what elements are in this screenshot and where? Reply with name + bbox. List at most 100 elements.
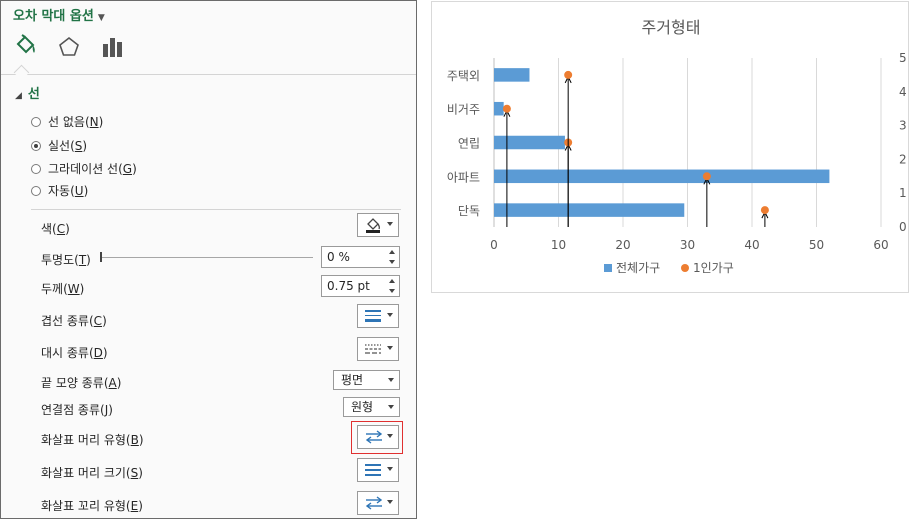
chart-svg: 주거형태 0 10 20 30 40 50 60 0 1 2 3 4 5 단독 아파트 연립 비거주 주택외전체가… <box>447 18 907 275</box>
pane-title-label: 오차 막대 옵션 <box>13 9 94 24</box>
color-label: 색(C) <box>41 222 70 236</box>
x-tick-label: 20 <box>615 238 630 252</box>
spin-up-icon[interactable] <box>389 279 395 283</box>
category-label: 비거주 <box>447 103 480 117</box>
legend-swatch-bar <box>604 264 612 272</box>
pane-title[interactable]: 오차 막대 옵션 ▼ <box>13 5 105 24</box>
legend-label[interactable]: 1인가구 <box>693 261 734 275</box>
chevron-down-icon <box>388 378 394 382</box>
chevron-down-icon <box>387 313 393 317</box>
x-tick-label: 50 <box>809 238 824 252</box>
transparency-slider-thumb[interactable] <box>100 252 102 262</box>
access-key: (S) <box>70 138 88 153</box>
scatter-point-4[interactable] <box>564 70 573 79</box>
radio-button[interactable] <box>31 116 41 127</box>
scatter-point-0[interactable] <box>760 206 769 215</box>
cap-type-label: 끝 모양 종류(A) <box>41 376 122 390</box>
category-label: 아파트 <box>447 170 480 184</box>
category-label: 주택외 <box>447 69 480 83</box>
tab-separator <box>1 74 416 75</box>
y2-tick-label: 2 <box>899 152 907 166</box>
dash-type-label: 대시 종류(D) <box>41 346 108 360</box>
collapse-triangle-icon[interactable]: ◢ <box>15 91 22 101</box>
bar-아파트[interactable] <box>494 169 830 184</box>
chart-title[interactable]: 주거형태 <box>642 18 701 37</box>
chevron-down-icon <box>387 222 393 226</box>
chevron-down-icon <box>387 467 393 471</box>
series-options-bar-icon[interactable] <box>99 33 127 61</box>
chevron-down-icon <box>387 346 393 350</box>
x-tick-label: 40 <box>744 238 759 252</box>
end-arrow-type-button[interactable] <box>357 491 399 515</box>
join-type-select[interactable]: 원형 <box>343 397 400 417</box>
fill-line-icon[interactable] <box>11 33 39 61</box>
legend-swatch-point <box>681 264 689 272</box>
format-error-bars-pane: 오차 막대 옵션 ▼ ◢ 선 선 없음 (N) 실선 (S) 그라데이션 선 (… <box>0 0 417 519</box>
bar-연립[interactable] <box>494 135 565 150</box>
chevron-down-icon <box>388 405 394 409</box>
transparency-slider-track[interactable] <box>101 257 313 258</box>
join-type-value: 원형 <box>351 400 374 414</box>
section-divider <box>31 209 401 210</box>
compound-lines-icon <box>365 310 381 322</box>
access-key: (N) <box>84 114 104 129</box>
y2-tick-label: 3 <box>899 119 907 133</box>
effects-pentagon-icon[interactable] <box>55 33 83 61</box>
cap-type-value: 평면 <box>341 373 364 387</box>
outline-color-button[interactable] <box>357 213 399 237</box>
radio-label: 선 없음 <box>48 115 85 129</box>
legend-label[interactable]: 전체가구 <box>616 261 660 275</box>
x-tick-label: 60 <box>873 238 888 252</box>
radio-solid-line[interactable]: 실선 (S) <box>31 137 87 154</box>
chevron-down-icon[interactable]: ▼ <box>98 13 105 23</box>
radio-gradient-line[interactable]: 그라데이션 선 (G) <box>31 160 137 177</box>
x-tick-label: 30 <box>680 238 695 252</box>
access-key: (U) <box>70 183 89 198</box>
begin-arrow-type-label: 화살표 머리 유형(B) <box>41 433 144 447</box>
paint-bucket-icon <box>366 218 380 233</box>
y2-tick-label: 5 <box>899 51 907 65</box>
radio-button-selected[interactable] <box>31 140 41 151</box>
access-key: (G) <box>118 161 137 176</box>
dash-type-button[interactable] <box>357 337 399 361</box>
spin-up-icon[interactable] <box>389 250 395 254</box>
width-label: 두께(W) <box>41 282 85 296</box>
line-section-header[interactable]: ◢ 선 <box>15 83 40 102</box>
bar-비거주[interactable] <box>494 101 504 116</box>
radio-label: 그라데이션 선 <box>48 162 119 176</box>
bar-주택외[interactable] <box>494 68 530 82</box>
y2-tick-label: 0 <box>899 220 907 234</box>
bar-단독[interactable] <box>494 203 685 217</box>
spin-down-icon[interactable] <box>389 260 395 264</box>
arrow-swap-icon <box>365 496 383 510</box>
transparency-value: 0 % <box>327 250 350 264</box>
dash-lines-icon <box>365 344 381 354</box>
spin-down-icon[interactable] <box>389 289 395 293</box>
pane-tabs <box>11 33 127 61</box>
radio-automatic[interactable]: 자동 (U) <box>31 182 88 199</box>
compound-type-button[interactable] <box>357 304 399 328</box>
x-tick-label: 0 <box>490 238 498 252</box>
radio-no-line[interactable]: 선 없음 (N) <box>31 113 103 130</box>
category-label: 연립 <box>458 137 480 151</box>
radio-label: 실선 <box>48 139 71 153</box>
cap-type-select[interactable]: 평면 <box>333 370 400 390</box>
radio-button[interactable] <box>31 163 41 174</box>
scatter-point-1[interactable] <box>702 172 711 181</box>
width-value: 0.75 pt <box>327 279 370 293</box>
section-title: 선 <box>27 87 40 102</box>
begin-arrow-size-button[interactable] <box>357 458 399 482</box>
chart-area[interactable]: 주거형태 0 10 20 30 40 50 60 0 1 2 3 4 5 단독 아파트 연립 비거주 주택외 전체가… <box>431 1 909 293</box>
width-spinner[interactable]: 0.75 pt <box>321 275 400 297</box>
y2-tick-label: 4 <box>899 85 907 99</box>
transparency-spinner[interactable]: 0 % <box>321 246 400 268</box>
end-arrow-type-label: 화살표 꼬리 유형(E) <box>41 499 143 513</box>
scatter-point-3[interactable] <box>502 104 511 113</box>
x-tick-label: 10 <box>551 238 566 252</box>
lines-size-icon <box>365 464 381 476</box>
transparency-label: 투명도(T) <box>41 253 91 267</box>
radio-button[interactable] <box>31 185 41 196</box>
radio-label: 자동 <box>48 184 71 198</box>
active-tab-pointer <box>13 64 30 81</box>
y2-tick-label: 1 <box>899 186 907 200</box>
